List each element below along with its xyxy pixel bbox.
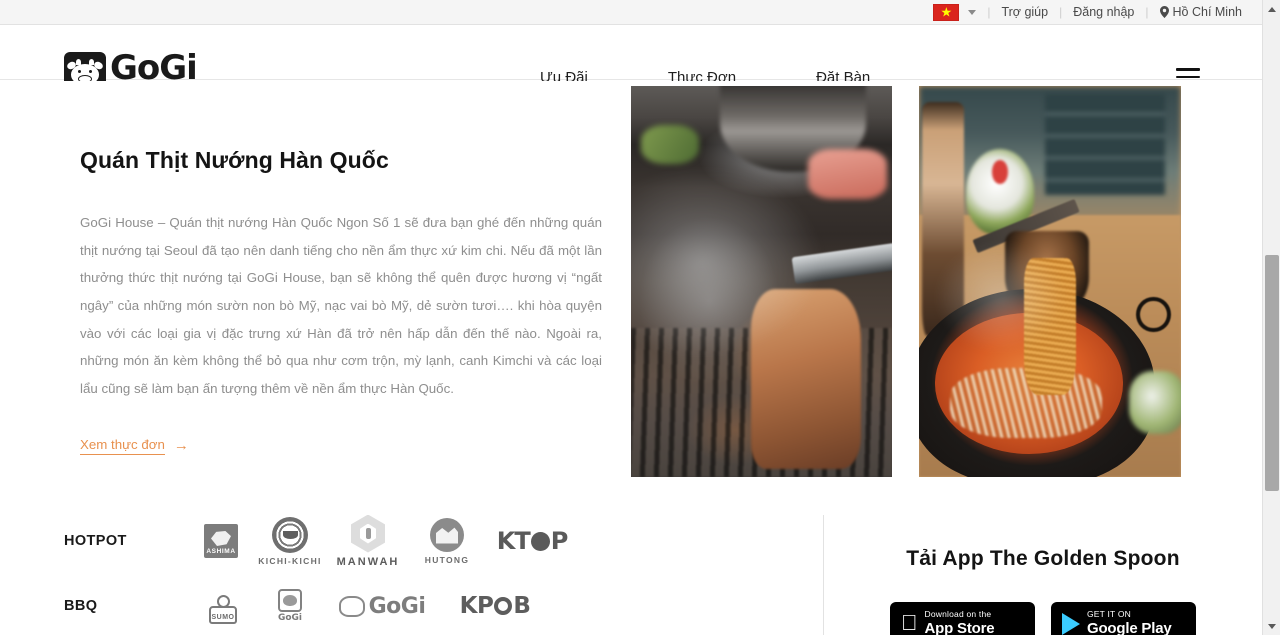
brand-category-label-bbq: BBQ bbox=[64, 598, 98, 614]
brand-logo-ashima[interactable]: ASHIMA bbox=[190, 524, 252, 558]
brand-family-section: HOTPOT ASHIMA KICHI-KICHI MANWAH HUTONG … bbox=[0, 495, 823, 635]
app-store-badge[interactable]:  Download on the App Store bbox=[890, 602, 1035, 635]
page-title: Quán Thịt Nướng Hàn Quốc bbox=[80, 147, 389, 173]
view-menu-link[interactable]: Xem thực đơn → bbox=[80, 437, 189, 455]
arrow-right-icon: → bbox=[173, 437, 189, 455]
sumo-label: SUMO bbox=[211, 614, 235, 621]
hero-paragraph: GoGi House – Quán thịt nướng Hàn Quốc Ng… bbox=[80, 215, 602, 396]
gogi-wide-mark-icon: GoGi bbox=[338, 593, 426, 619]
site-header: 한국 바베큐 전 GoGi house Ưu Đãi Thực Đơn Đặt … bbox=[0, 25, 1262, 94]
separator-2: | bbox=[1059, 5, 1063, 19]
brand-logo-gogi-small[interactable]: GoGi bbox=[256, 589, 324, 623]
ashima-mark-text: ASHIMA bbox=[206, 548, 236, 555]
app-store-large-text: App Store bbox=[908, 620, 995, 635]
logo-brand-text: GoGi bbox=[110, 48, 198, 89]
brand-row-hotpot: HOTPOT ASHIMA KICHI-KICHI MANWAH HUTONG … bbox=[0, 509, 763, 573]
google-play-icon bbox=[1062, 613, 1080, 635]
brand-row-bbq: BBQ SUMO GoGi GoGi KP B bbox=[0, 577, 763, 635]
login-link[interactable]: Đăng nhập bbox=[1073, 5, 1134, 19]
google-play-large-text: Google Play bbox=[1087, 620, 1172, 635]
brand-logo-gogi-wide[interactable]: GoGi bbox=[324, 594, 440, 619]
brand-logo-ktop[interactable]: KT P bbox=[486, 527, 578, 555]
location-selector[interactable]: Hồ Chí Minh bbox=[1159, 5, 1242, 19]
scrollbar-thumb[interactable] bbox=[1265, 255, 1279, 491]
separator-3: | bbox=[1145, 5, 1149, 19]
hero-section: Quán Thịt Nướng Hàn Quốc GoGi House – Qu… bbox=[0, 81, 1262, 495]
scroll-down-arrow-icon[interactable] bbox=[1263, 617, 1280, 635]
photo-korean-bbq-grill[interactable] bbox=[631, 86, 892, 477]
location-label: Hồ Chí Minh bbox=[1172, 5, 1242, 19]
top-utility-bar-inner: ★ | Trợ giúp | Đăng nhập | Hồ Chí Minh bbox=[933, 3, 1242, 21]
apple-logo-icon:  bbox=[901, 611, 918, 634]
app-store-small-text: Download on the bbox=[908, 609, 992, 620]
kichi-kichi-label: KICHI-KICHI bbox=[258, 555, 322, 566]
top-utility-bar: ★ | Trợ giúp | Đăng nhập | Hồ Chí Minh bbox=[0, 0, 1262, 25]
location-pin-icon bbox=[1159, 6, 1169, 18]
kichi-kichi-mark-icon bbox=[272, 516, 308, 553]
brand-category-label-hotpot: HOTPOT bbox=[64, 533, 127, 549]
brand-logos-bbq: SUMO GoGi GoGi KP B bbox=[190, 588, 763, 624]
brand-logo-manwah[interactable]: MANWAH bbox=[328, 514, 408, 568]
page-root: ★ | Trợ giúp | Đăng nhập | Hồ Chí Minh G… bbox=[0, 0, 1280, 635]
scroll-up-arrow-icon[interactable] bbox=[1263, 0, 1280, 18]
manwah-label: MANWAH bbox=[336, 555, 400, 568]
brand-logo-hutong[interactable]: HUTONG bbox=[408, 517, 486, 565]
app-store-badges:  Download on the App Store GET IT ON Go… bbox=[824, 602, 1262, 635]
ramen-photo-art bbox=[919, 86, 1181, 477]
hero-text-block: Quán Thịt Nướng Hàn Quốc GoGi House – Qu… bbox=[80, 147, 602, 455]
ktop-mark-icon: KT P bbox=[496, 527, 569, 555]
google-play-badge[interactable]: GET IT ON Google Play bbox=[1051, 602, 1196, 635]
help-link[interactable]: Trợ giúp bbox=[1001, 5, 1048, 19]
photo-ramen-hotpot[interactable] bbox=[919, 86, 1181, 477]
brand-logo-sumo[interactable]: SUMO bbox=[190, 588, 256, 624]
chevron-down-icon[interactable] bbox=[968, 9, 977, 15]
google-play-small-text: GET IT ON bbox=[1087, 609, 1131, 620]
kpub-mark-icon: KP B bbox=[459, 593, 531, 619]
browser-scrollbar[interactable] bbox=[1262, 0, 1280, 635]
separator-1: | bbox=[987, 5, 991, 19]
gogi-small-label: GoGi bbox=[277, 613, 303, 623]
app-download-panel: Tải App The Golden Spoon  Download on t… bbox=[824, 495, 1262, 635]
gogi-wide-label: GoGi bbox=[368, 593, 426, 619]
bbq-photo-art bbox=[631, 86, 892, 477]
brand-logos-hotpot: ASHIMA KICHI-KICHI MANWAH HUTONG KT P bbox=[190, 514, 763, 568]
ashima-mark-icon: ASHIMA bbox=[204, 524, 238, 558]
brand-logo-kpub[interactable]: KP B bbox=[440, 593, 550, 619]
sumo-mark-icon: SUMO bbox=[206, 588, 240, 624]
vietnam-flag-icon[interactable]: ★ bbox=[933, 3, 960, 21]
hutong-mark-icon bbox=[430, 517, 464, 552]
flag-star-icon: ★ bbox=[940, 4, 953, 20]
manwah-mark-icon bbox=[351, 514, 385, 553]
app-download-title: Tải App The Golden Spoon bbox=[906, 547, 1180, 570]
gogi-small-mark-icon: GoGi bbox=[275, 589, 305, 623]
hutong-label: HUTONG bbox=[424, 554, 470, 565]
view-menu-label: Xem thực đơn bbox=[80, 437, 165, 455]
brand-logo-kichi-kichi[interactable]: KICHI-KICHI bbox=[252, 516, 328, 566]
